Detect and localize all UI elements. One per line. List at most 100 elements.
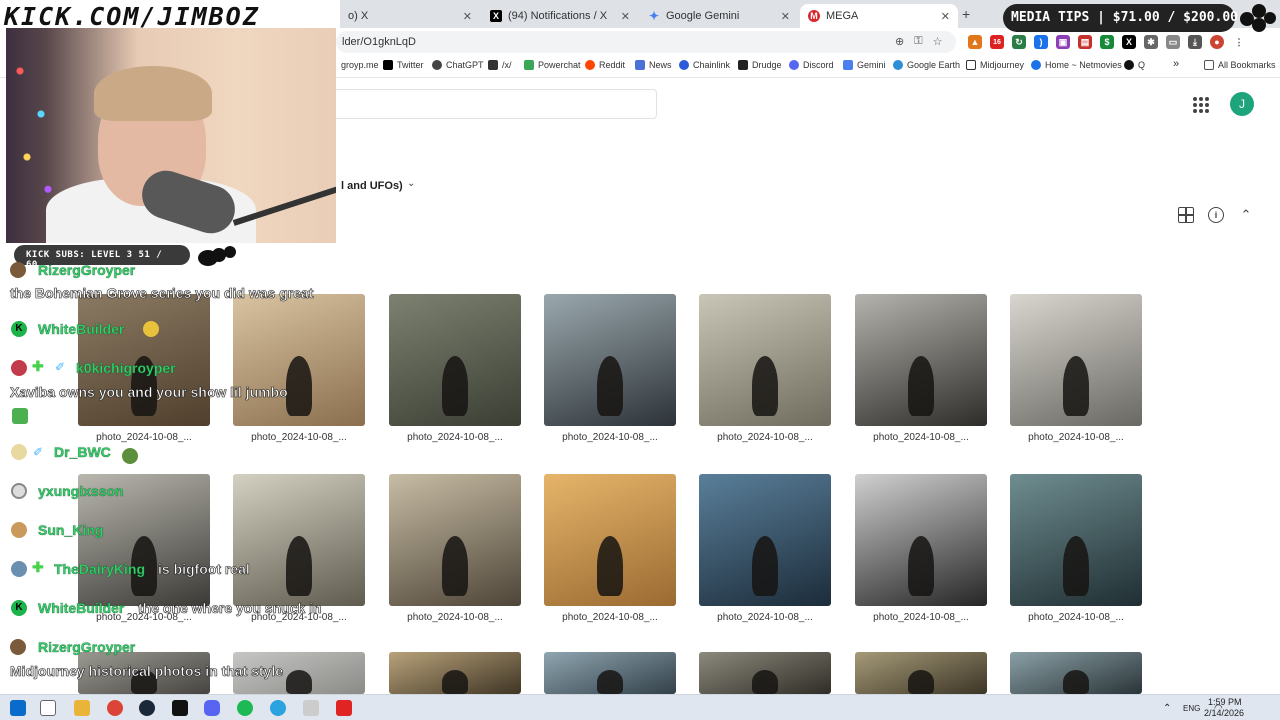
photo-thumbnail[interactable] — [699, 474, 831, 606]
photo-thumbnail[interactable] — [855, 652, 987, 694]
tab-x-1[interactable]: o) X ✕ — [340, 4, 480, 28]
bookmark-item[interactable]: Reddit — [585, 60, 625, 70]
info-icon[interactable]: i — [1208, 207, 1224, 223]
photo-thumbnail[interactable] — [1010, 652, 1142, 694]
photo-thumbnail[interactable] — [389, 474, 521, 606]
avatar — [11, 561, 27, 577]
bookmark-item[interactable]: Chainlink — [679, 60, 730, 70]
bookmark-item[interactable]: Google Earth — [893, 60, 960, 70]
puzzle-icon[interactable]: ✱ — [1144, 35, 1158, 49]
photo-thumbnail[interactable] — [544, 652, 676, 694]
photo-thumbnail[interactable] — [855, 474, 987, 606]
photo-thumbnail[interactable] — [855, 294, 987, 426]
task-view-icon[interactable] — [40, 700, 56, 716]
folder-title[interactable]: l and UFOs) — [341, 180, 403, 192]
adobe-icon[interactable] — [336, 700, 352, 716]
steam-icon[interactable] — [139, 700, 155, 716]
bookmark-item[interactable]: Midjourney — [966, 60, 1024, 70]
blob-logo-icon — [198, 246, 236, 268]
metamask-icon[interactable]: ▲ — [968, 35, 982, 49]
chat-username: WhiteBuilder — [38, 600, 125, 616]
close-icon[interactable]: ✕ — [621, 10, 630, 23]
search-input[interactable] — [320, 89, 657, 119]
windows-start-icon[interactable] — [10, 700, 26, 716]
chat-message: the one where you snuck in — [138, 600, 322, 617]
bookmark-item[interactable]: Q — [1124, 60, 1145, 70]
emote-icon — [122, 448, 138, 464]
avatar — [11, 444, 27, 460]
bookmark-item[interactable]: Powerchat — [524, 60, 581, 70]
star-icon[interactable]: ☆ — [933, 35, 943, 48]
file-explorer-icon[interactable] — [74, 700, 90, 716]
photo-thumbnail[interactable] — [699, 652, 831, 694]
bookmark-item[interactable]: ChatGPT — [432, 60, 484, 70]
chat-username: RizergGroyper — [38, 639, 136, 655]
app-icon[interactable] — [303, 700, 319, 716]
bookmark-item[interactable]: News — [635, 60, 672, 70]
x-icon: X — [490, 10, 502, 22]
new-tab-button[interactable]: + — [962, 6, 970, 22]
menu-icon[interactable]: ⋮ — [1232, 35, 1246, 49]
tray-arrow-icon[interactable]: ⌃ — [1163, 703, 1171, 714]
close-icon[interactable]: ✕ — [941, 10, 950, 23]
photo-thumbnail[interactable] — [544, 294, 676, 426]
q-icon — [1124, 60, 1134, 70]
photo-thumbnail[interactable] — [1010, 474, 1142, 606]
zoom-icon[interactable]: ⊕ — [895, 35, 904, 48]
download-icon[interactable]: ⤓ — [1188, 35, 1202, 49]
all-bookmarks-button[interactable]: All Bookmarks — [1204, 60, 1276, 70]
file-name: photo_2024-10-08_... — [873, 612, 969, 623]
ext-blue-icon[interactable]: ) — [1034, 35, 1048, 49]
ext-purple-icon[interactable]: ▣ — [1056, 35, 1070, 49]
photo-thumbnail[interactable] — [389, 652, 521, 694]
bookmark-item[interactable]: /x/ — [488, 60, 512, 70]
tab-mega[interactable]: M MEGA ✕ — [800, 4, 958, 28]
file-name: photo_2024-10-08_... — [1028, 612, 1124, 623]
close-icon[interactable]: ✕ — [463, 10, 472, 23]
collapse-icon[interactable]: ⌃ — [1238, 207, 1254, 223]
bookmark-item[interactable]: Gemini — [843, 60, 886, 70]
chat-username: Sun_King — [38, 522, 104, 538]
bookmark-item[interactable]: Home ~ Netmovies — [1031, 60, 1122, 70]
spotify-icon[interactable] — [237, 700, 253, 716]
ext-sheet-icon[interactable]: $ — [1100, 35, 1114, 49]
chevron-down-icon[interactable]: ⌄ — [407, 178, 415, 189]
bookmark-item[interactable]: Discord — [789, 60, 834, 70]
bookmarks-overflow-button[interactable]: » — [1173, 58, 1179, 70]
url-input[interactable]: lder/O1gknLqD — [336, 31, 956, 53]
obs-icon[interactable] — [172, 700, 188, 716]
chrome-icon[interactable] — [107, 700, 123, 716]
powerchat-icon — [524, 60, 534, 70]
x-icon[interactable]: X — [1122, 35, 1136, 49]
tab-gemini[interactable]: ✦ Google Gemini ✕ — [640, 4, 798, 28]
discord-icon[interactable] — [204, 700, 220, 716]
photo-thumbnail[interactable] — [233, 294, 365, 426]
bookmark-item[interactable]: Drudge — [738, 60, 782, 70]
language-indicator[interactable]: ENG — [1183, 704, 1200, 713]
avatar[interactable]: J — [1230, 92, 1254, 116]
profile-icon[interactable]: ● — [1210, 35, 1224, 49]
apps-grid-icon[interactable] — [1193, 97, 1209, 113]
file-name: photo_2024-10-08_... — [562, 612, 658, 623]
ext-red-icon[interactable]: ▤ — [1078, 35, 1092, 49]
media-icon[interactable]: ▭ — [1166, 35, 1180, 49]
photo-thumbnail[interactable] — [389, 294, 521, 426]
telegram-icon[interactable] — [270, 700, 286, 716]
clock-date[interactable]: 2/14/2026 — [1204, 708, 1244, 718]
close-icon[interactable]: ✕ — [781, 10, 790, 23]
grid-view-icon[interactable] — [1178, 207, 1194, 223]
gemini-icon — [843, 60, 853, 70]
channel-logo: KICK.COM/JIMBOZ — [0, 0, 340, 31]
photo-thumbnail[interactable] — [233, 474, 365, 606]
bookmark-item[interactable]: groyp.me — [341, 60, 379, 70]
photo-thumbnail[interactable] — [544, 474, 676, 606]
key-icon[interactable]: ⚿ — [914, 35, 922, 48]
ext-green-icon[interactable]: ↻ — [1012, 35, 1026, 49]
tab-notifications[interactable]: X (94) Notifications / X ✕ — [482, 4, 638, 28]
midjourney-icon — [966, 60, 976, 70]
clock-time[interactable]: 1:59 PM — [1208, 697, 1242, 707]
bookmark-item[interactable]: Twitter — [383, 60, 424, 70]
ext-badge-icon[interactable]: 16 — [990, 35, 1004, 49]
photo-thumbnail[interactable] — [699, 294, 831, 426]
photo-thumbnail[interactable] — [1010, 294, 1142, 426]
